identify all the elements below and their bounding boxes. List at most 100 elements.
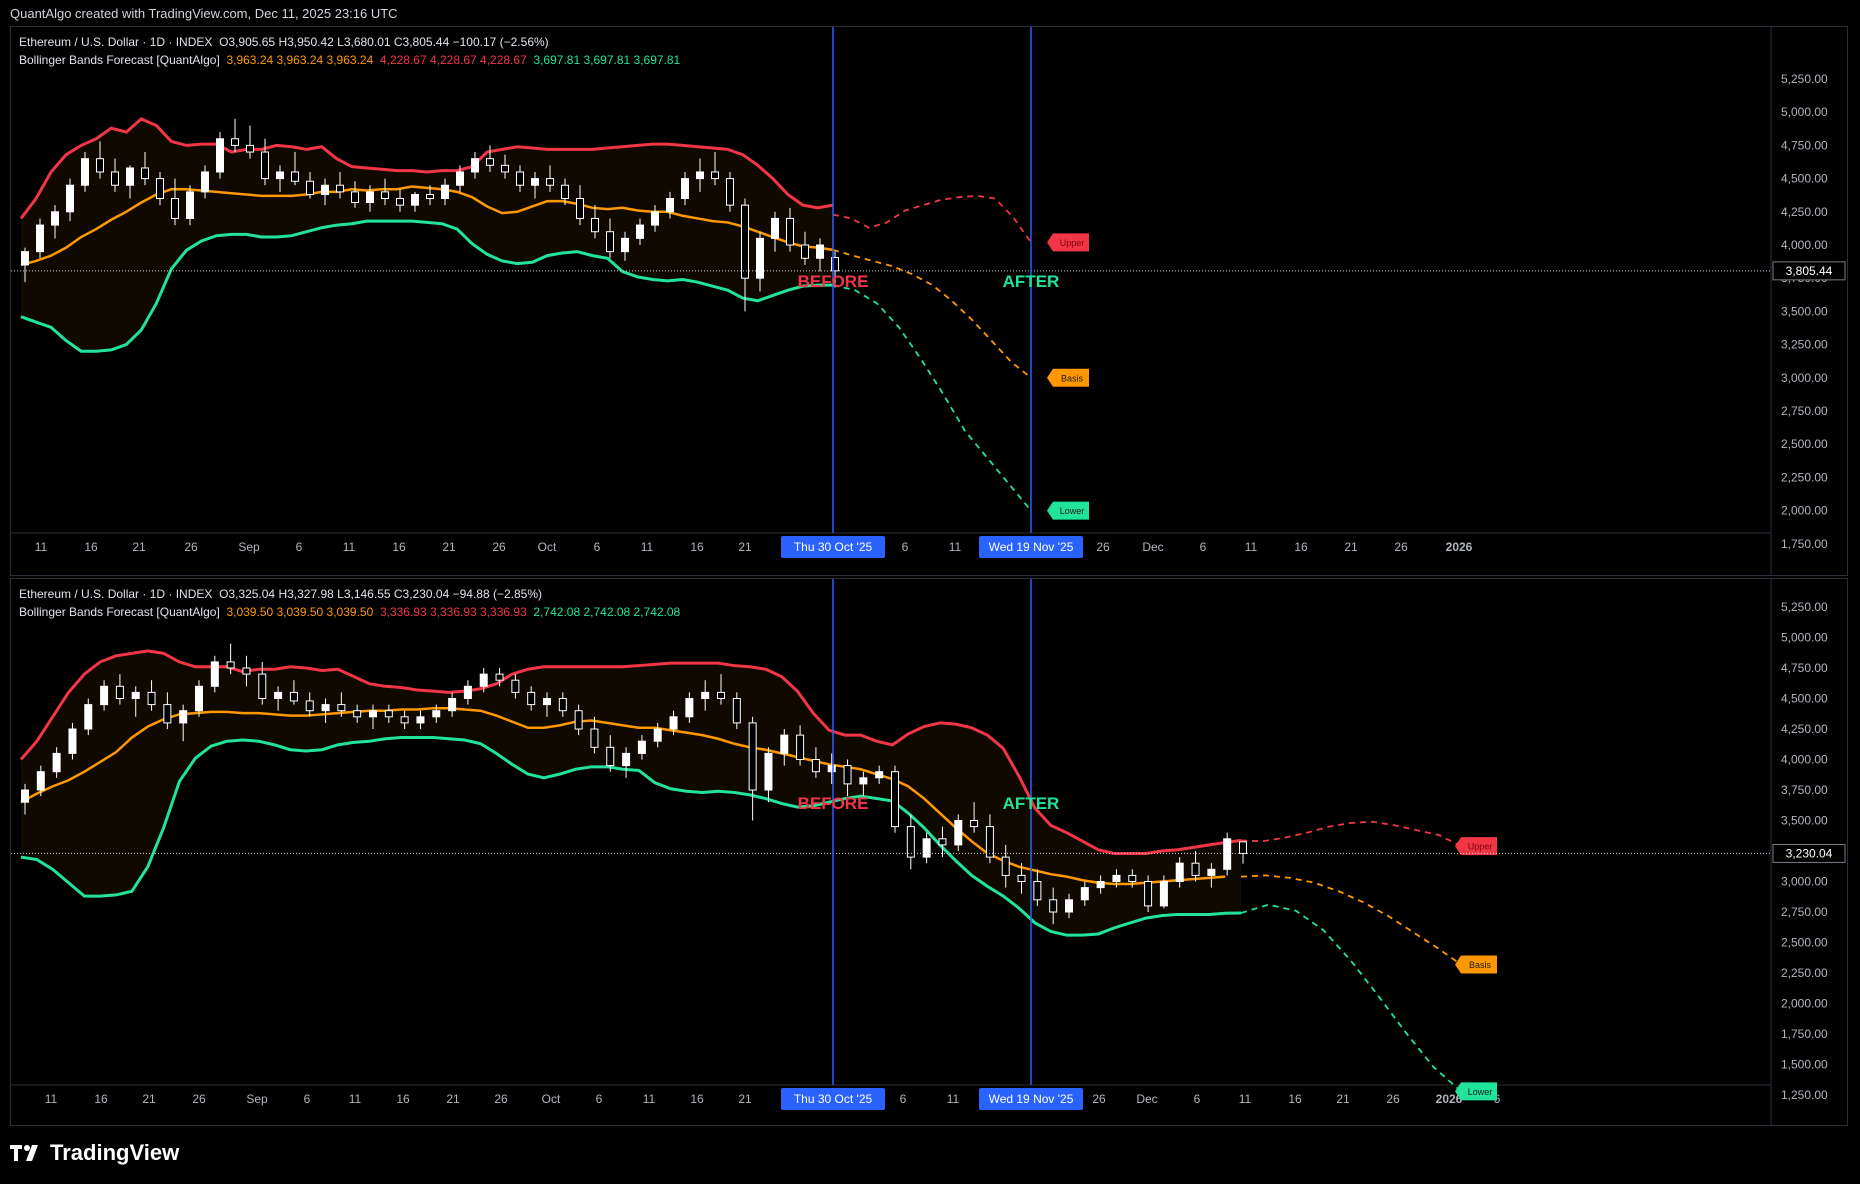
x-tick-label: 16 bbox=[94, 1092, 108, 1106]
candle-body bbox=[305, 700, 314, 712]
chart-canvas-top[interactable]: 5,250.00 5,000.00 4,750.00 4,500.00 4,250.00… bbox=[11, 27, 1847, 575]
candle-body bbox=[96, 158, 104, 173]
candle-body bbox=[796, 734, 805, 761]
symbol-label: Ethereum / U.S. Dollar · 1D · INDEX bbox=[19, 587, 213, 601]
x-tick-label: 21 bbox=[1336, 1092, 1350, 1106]
candle-body bbox=[511, 679, 520, 693]
y-tick-label: 4,000.00 bbox=[1781, 238, 1828, 252]
brand-text: TradingView bbox=[50, 1140, 180, 1165]
candle-body bbox=[261, 151, 269, 180]
tradingview-brand[interactable]: TradingView bbox=[10, 1140, 179, 1166]
x-tick-label: 21 bbox=[738, 1092, 752, 1106]
candle-body bbox=[970, 820, 979, 828]
candle-body bbox=[696, 171, 704, 180]
candle-body bbox=[561, 184, 569, 200]
chart-panel-top[interactable]: Ethereum / U.S. Dollar · 1D · INDEX O3,9… bbox=[10, 26, 1848, 576]
y-tick-label: 3,500.00 bbox=[1781, 814, 1828, 828]
candle-body bbox=[637, 740, 646, 754]
candle-body bbox=[36, 224, 44, 253]
candle-body bbox=[68, 728, 77, 754]
chart-canvas-bottom[interactable]: 5,250.00 5,000.00 4,750.00 4,500.00 4,250.00… bbox=[11, 579, 1847, 1125]
x-tick-label: 21 bbox=[738, 540, 752, 554]
candle-body bbox=[21, 789, 29, 803]
y-tick-label: 4,500.00 bbox=[1781, 172, 1828, 186]
y-tick-label: 1,750.00 bbox=[1781, 537, 1828, 551]
x-tick-label: 21 bbox=[442, 540, 456, 554]
x-tick-label: 16 bbox=[690, 540, 704, 554]
candle-body bbox=[201, 171, 209, 193]
candle-body bbox=[1191, 862, 1200, 876]
candle-body bbox=[501, 164, 509, 173]
candle-body bbox=[669, 716, 678, 730]
x-tick-label: Sep bbox=[246, 1092, 268, 1106]
x-tick-label: 16 bbox=[1294, 540, 1308, 554]
y-tick-label: 1,500.00 bbox=[1781, 1058, 1828, 1072]
y-tick-label: 3,250.00 bbox=[1781, 338, 1828, 352]
upper-values: 3,336.93 3,336.93 3,336.93 bbox=[379, 605, 527, 619]
candle-body bbox=[448, 698, 457, 712]
indicator-label[interactable]: Bollinger Bands Forecast [QuantAlgo] bbox=[19, 53, 220, 67]
candle-body bbox=[258, 673, 267, 699]
candle-body bbox=[400, 716, 409, 724]
chart-panel-bottom[interactable]: Ethereum / U.S. Dollar · 1D · INDEX O3,3… bbox=[10, 578, 1848, 1126]
candle-body bbox=[126, 167, 134, 186]
x-tick-label: 16 bbox=[1288, 1092, 1302, 1106]
candle-body bbox=[764, 752, 773, 791]
forecast-tag-label: Lower bbox=[1060, 506, 1085, 516]
basis-values: 3,039.50 3,039.50 3,039.50 bbox=[226, 605, 374, 619]
candle-body bbox=[786, 217, 794, 246]
candle-body bbox=[351, 191, 359, 204]
x-tick-label: 11 bbox=[641, 540, 654, 554]
candle-body bbox=[115, 685, 124, 700]
candle-body bbox=[527, 691, 536, 706]
candle-body bbox=[590, 728, 599, 748]
candle-body bbox=[381, 191, 389, 200]
candle-body bbox=[622, 752, 631, 767]
date-marker-label: Thu 30 Oct '25 bbox=[794, 1092, 873, 1106]
lower-forecast-line bbox=[832, 284, 1032, 512]
x-tick-label: 11 bbox=[947, 1092, 960, 1106]
y-tick-label: 3,000.00 bbox=[1781, 371, 1828, 385]
candle-body bbox=[1065, 899, 1073, 913]
candle-body bbox=[479, 673, 488, 687]
x-tick-label: 26 bbox=[494, 1092, 508, 1106]
x-tick-label: 26 bbox=[1386, 1092, 1400, 1106]
lower-values: 2,742.08 2,742.08 2,742.08 bbox=[533, 605, 681, 619]
candle-body bbox=[274, 691, 283, 700]
candle-body bbox=[432, 710, 441, 718]
candle-body bbox=[242, 667, 251, 675]
candle-body bbox=[216, 138, 224, 173]
x-tick-label: 16 bbox=[84, 540, 98, 554]
y-tick-label: 4,250.00 bbox=[1781, 722, 1828, 736]
x-tick-label: 11 bbox=[35, 540, 48, 554]
lower-forecast-line bbox=[1240, 903, 1462, 1093]
y-tick-label: 5,000.00 bbox=[1781, 631, 1828, 645]
candle-body bbox=[717, 691, 725, 700]
candle-body bbox=[210, 661, 219, 687]
candle-body bbox=[516, 171, 524, 186]
candle-body bbox=[606, 231, 614, 253]
candle-body bbox=[336, 184, 344, 193]
candle-body bbox=[1223, 838, 1232, 870]
candle-body bbox=[1239, 841, 1247, 854]
candle-body bbox=[100, 685, 109, 706]
candle-body bbox=[36, 771, 45, 791]
candle-body bbox=[291, 171, 299, 182]
candle-body bbox=[321, 704, 330, 712]
x-tick-label: 16 bbox=[396, 1092, 410, 1106]
after-label: AFTER bbox=[1003, 794, 1060, 813]
candle-body bbox=[801, 244, 809, 259]
candle-body bbox=[685, 698, 694, 718]
candle-body bbox=[621, 237, 629, 253]
candle-body bbox=[875, 771, 884, 779]
candle-body bbox=[816, 244, 824, 259]
x-tick-label: 26 bbox=[1394, 540, 1408, 554]
candle-body bbox=[186, 191, 194, 219]
after-label: AFTER bbox=[1003, 272, 1060, 291]
x-tick-label: 16 bbox=[392, 540, 406, 554]
x-tick-label: 6 bbox=[596, 1092, 603, 1106]
forecast-tag-label: Basis bbox=[1469, 960, 1492, 970]
indicator-label[interactable]: Bollinger Bands Forecast [QuantAlgo] bbox=[19, 605, 220, 619]
candle-body bbox=[66, 184, 74, 213]
date-marker-label: Wed 19 Nov '25 bbox=[989, 540, 1074, 554]
